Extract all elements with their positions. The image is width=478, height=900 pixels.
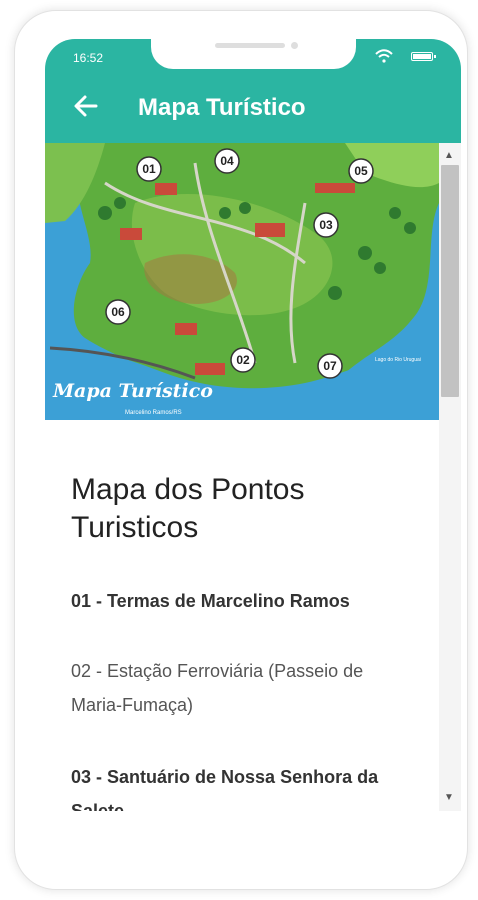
list-item: 03 - Santuário de Nossa Senhora da Salet… [71,767,379,811]
phone-frame: Mapa Turístico Marcelino Ramos/RS Lago d… [14,10,468,890]
back-arrow-icon[interactable] [73,93,99,119]
map-marker-04: 04 [220,154,234,168]
map-caption: Mapa Turístico [52,380,213,402]
scrollbar-thumb[interactable] [441,165,459,397]
page-title: Mapa Turístico [138,94,306,121]
map-marker-06: 06 [111,305,125,319]
map-marker-03: 03 [319,218,333,232]
content-heading: Mapa dos Pontos Turisticos [71,473,305,544]
status-time: 16:52 [73,51,104,65]
wifi-icon [375,49,393,63]
scroll-area[interactable]: Mapa Turístico Marcelino Ramos/RS Lago d… [45,39,439,811]
content-section: Mapa dos Pontos Turisticos 01 - Termas d… [71,471,417,811]
scroll-down-icon[interactable]: ▼ [444,793,454,803]
map-marker-07: 07 [323,359,337,373]
app-bar: 16:52 Mapa Turístico [45,39,461,143]
list-item: 02 - Estação Ferroviária (Passeio de Mar… [71,661,364,715]
tourist-map-image: Mapa Turístico Marcelino Ramos/RS Lago d… [45,143,439,420]
screen: Mapa Turístico Marcelino Ramos/RS Lago d… [45,39,461,873]
map-marker-02: 02 [236,353,250,367]
map-lake-label: Lago do Rio Uruguai [375,357,421,363]
scrollbar[interactable]: ▲ ▼ [439,143,461,811]
bottom-area [45,811,461,873]
phone-notch [151,39,356,69]
map-subcaption: Marcelino Ramos/RS [125,410,182,416]
map-marker-01: 01 [142,162,156,176]
list-item: 01 - Termas de Marcelino Ramos [71,591,350,611]
scroll-up-icon[interactable]: ▲ [444,151,454,161]
map-marker-05: 05 [354,164,368,178]
battery-icon [411,52,436,61]
